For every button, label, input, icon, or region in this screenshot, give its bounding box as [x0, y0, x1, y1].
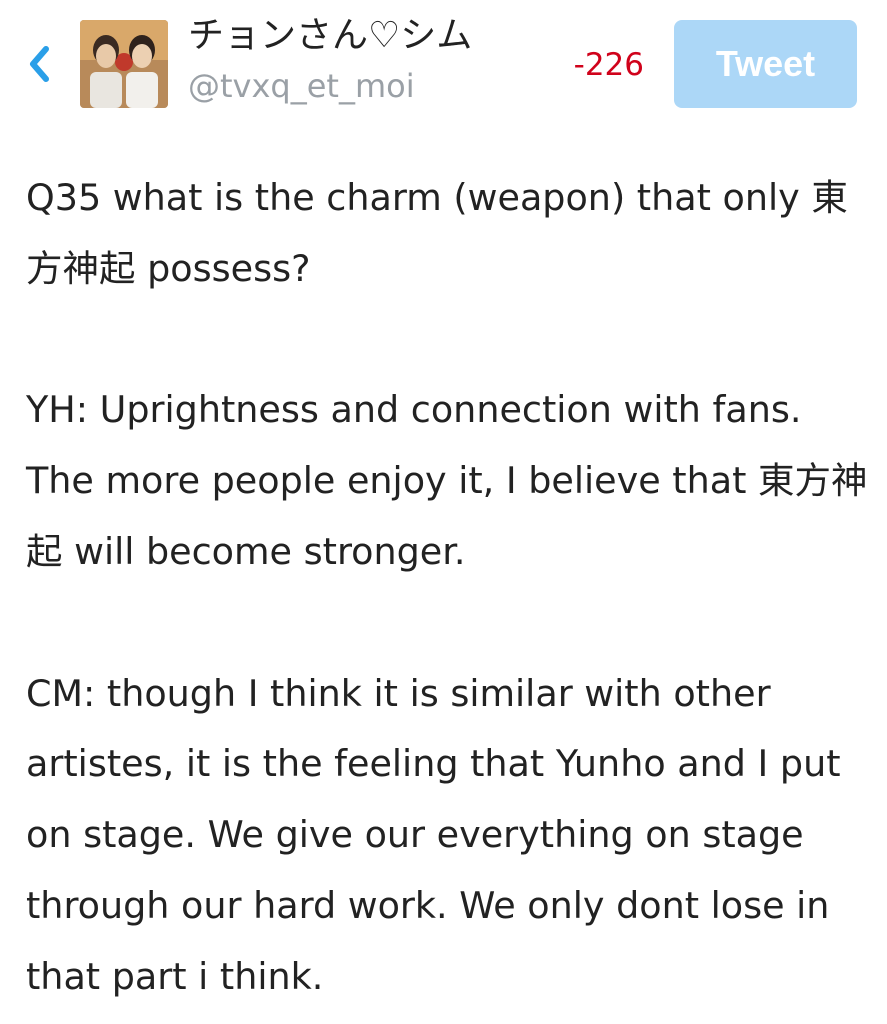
compose-header: チョンさん♡シム @tvxq_et_moi -226 Tweet — [0, 0, 887, 125]
avatar-image — [80, 20, 168, 108]
compose-paragraph: Q35 what is the charm (weapon) that only… — [26, 176, 848, 290]
tweet-compose-textarea[interactable]: Q35 what is the charm (weapon) that only… — [26, 163, 871, 1013]
tweet-button[interactable]: Tweet — [674, 20, 857, 108]
chevron-left-icon — [30, 46, 49, 82]
back-button[interactable] — [22, 44, 56, 84]
compose-paragraph: YH: Uprightness and connection with fans… — [26, 388, 868, 573]
character-counter: -226 — [573, 47, 644, 83]
display-name: チョンさん♡シム — [188, 15, 473, 56]
user-handle: @tvxq_et_moi — [188, 67, 415, 105]
compose-paragraph: CM: though I think it is similar with ot… — [26, 671, 853, 998]
avatar — [80, 20, 168, 108]
